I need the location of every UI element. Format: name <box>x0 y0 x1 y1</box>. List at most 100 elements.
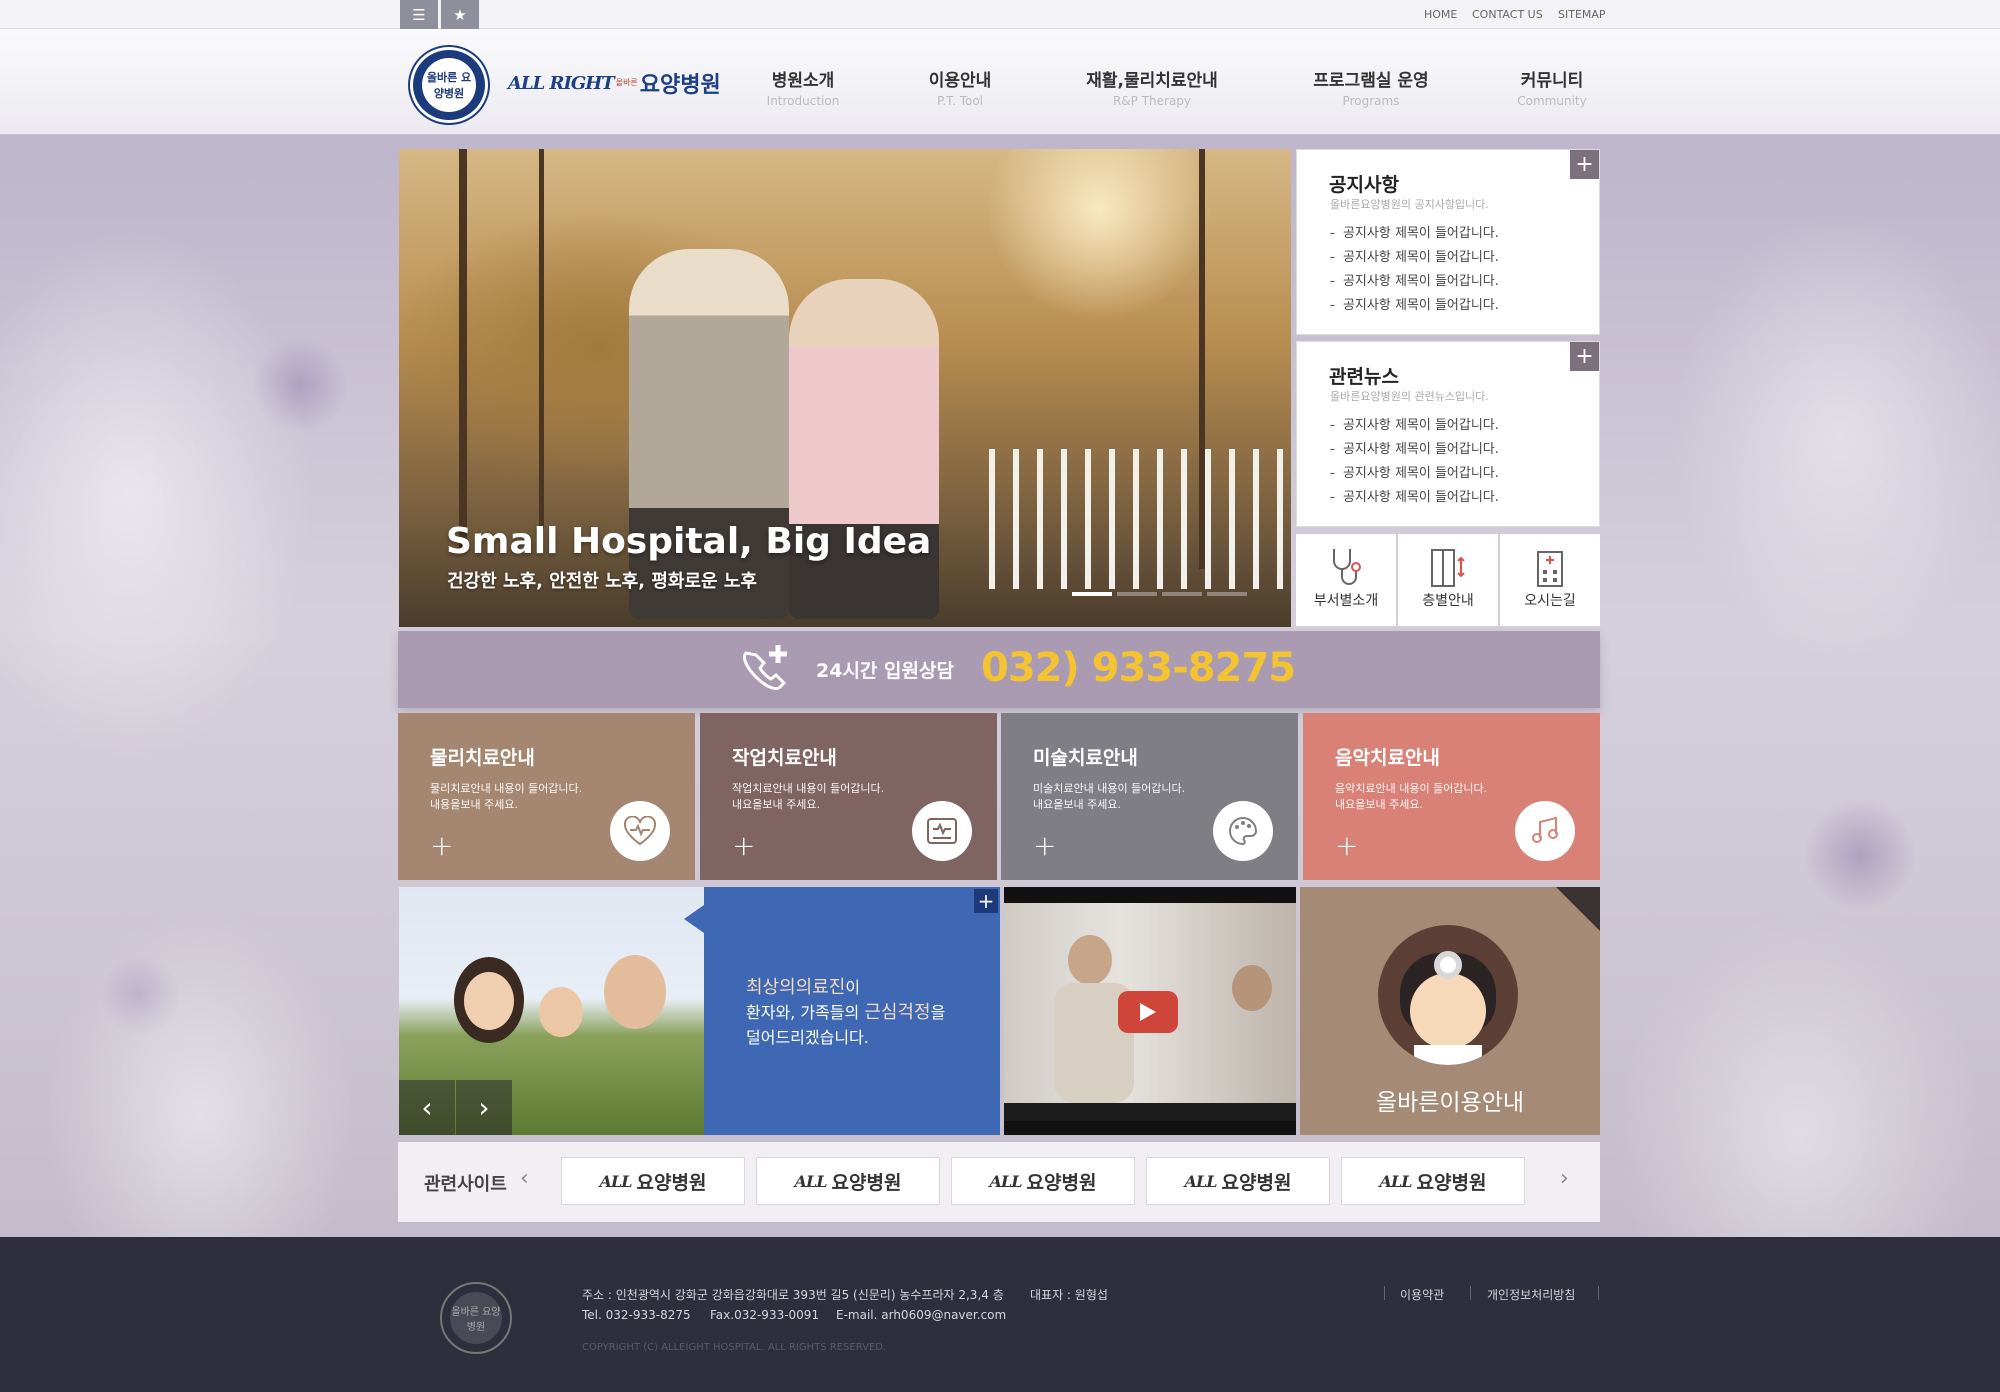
phone-label: 24시간 입원상담 <box>816 660 954 682</box>
related-logo-5[interactable]: ALL 요양병원 <box>1341 1157 1525 1205</box>
nav-item-therapy[interactable]: 재활,물리치료안내 R&P Therapy <box>1082 66 1222 108</box>
star-icon[interactable]: ★ <box>441 0 479 29</box>
therapy-title: 물리치료안내 <box>430 747 535 769</box>
slider-dot-3[interactable] <box>1162 592 1202 596</box>
list-item[interactable]: - 공지사항 제목이 들어갑니다. <box>1330 222 1499 246</box>
elderly-woman-photo <box>789 279 939 619</box>
nav-item-introduction[interactable]: 병원소개 Introduction <box>753 66 853 108</box>
contact-us-link[interactable]: CONTACT US <box>1472 8 1543 21</box>
phone-consult-bar[interactable]: 24시간 입원상담 032) 933-8275 <box>398 631 1600 708</box>
plus-icon[interactable]: + <box>1335 829 1358 862</box>
sitemap-link[interactable]: SITEMAP <box>1558 8 1606 21</box>
footer-seal-text: 올바른 요양병원 <box>450 1292 502 1344</box>
therapy-art[interactable]: 미술치료안내 미술치료안내 내용이 들어갑니다. 내요을보내 주세요. + <box>1001 713 1298 880</box>
notice-desc: 올바른요양병원의 공지사항입니다. <box>1330 198 1489 211</box>
related-logo-4[interactable]: ALL 요양병원 <box>1146 1157 1330 1205</box>
nav-label: 재활,물리치료안내 <box>1086 71 1218 91</box>
footer-fax: Fax.032-933-0091 <box>710 1308 820 1322</box>
therapy-title: 작업치료안내 <box>732 747 837 769</box>
brand-logo[interactable]: ALL RIGHT 올바른 요양병원 <box>508 67 721 99</box>
therapy-desc: 음악치료안내 내용이 들어갑니다. 내요을보내 주세요. <box>1335 782 1488 811</box>
slider-dot-1[interactable] <box>1072 592 1112 596</box>
doctor-face <box>1410 973 1486 1049</box>
heart-icon <box>610 801 670 861</box>
news-board: 관련뉴스 올바른요양병원의 관련뉴스입니다. - 공지사항 제목이 들어갑니다.… <box>1296 341 1600 527</box>
logo-seal[interactable]: 올바른 요양병원 <box>410 47 488 123</box>
therapy-desc: 작업치료안내 내용이 들어갑니다. 내요을보내 주세요. <box>732 782 885 811</box>
related-logo-2[interactable]: ALL 요양병원 <box>756 1157 940 1205</box>
chevron-right-icon[interactable]: › <box>1560 1166 1569 1191</box>
footer-copyright: COPYRIGHT (C) ALLEIGHT HOSPITAL. ALL RIG… <box>582 1342 887 1353</box>
nav-sublabel: Introduction <box>766 94 840 108</box>
therapy-occupational[interactable]: 작업치료안내 작업치료안내 내용이 들어갑니다. 내요을보내 주세요. + <box>700 713 997 880</box>
footer-email: E-mail. arh0609@naver.com <box>836 1308 1007 1322</box>
list-item[interactable]: - 공지사항 제목이 들어갑니다. <box>1330 438 1499 462</box>
nav-sublabel: Programs <box>1342 94 1400 108</box>
related-logo-1[interactable]: ALL 요양병원 <box>561 1157 745 1205</box>
quick-departments-button[interactable]: 부서별소개 <box>1296 534 1396 626</box>
building-icon <box>1500 546 1600 590</box>
doctor-avatar <box>1378 925 1518 1065</box>
divider <box>1598 1286 1599 1300</box>
door-icon <box>1398 546 1498 590</box>
usage-guide-box[interactable]: 올바른이용안내 <box>1300 887 1600 1135</box>
corner-fold <box>1556 887 1600 931</box>
child-face <box>539 987 583 1037</box>
plus-icon[interactable]: + <box>732 829 755 862</box>
notice-more-button[interactable]: + <box>1570 150 1599 179</box>
top-bar: ☰ ★ HOME CONTACT US SITEMAP <box>0 0 2000 29</box>
next-arrow-icon[interactable]: › <box>456 1080 512 1135</box>
head-mirror-icon <box>1434 951 1462 979</box>
video-player[interactable] <box>1004 887 1296 1135</box>
nav-item-programs[interactable]: 프로그램실 운영 Programs <box>1300 66 1442 108</box>
related-logo-3[interactable]: ALL 요양병원 <box>951 1157 1135 1205</box>
brand-ko: 요양병원 <box>639 73 721 98</box>
privacy-link[interactable]: 개인정보처리방침 <box>1487 1286 1575 1303</box>
nav-sublabel: P.T. Tool <box>936 94 984 108</box>
patient-face <box>1068 935 1112 985</box>
home-link[interactable]: HOME <box>1424 8 1457 21</box>
grandfather-face <box>604 955 666 1029</box>
therapy-music[interactable]: 음악치료안내 음악치료안내 내용이 들어갑니다. 내요을보내 주세요. + <box>1303 713 1600 880</box>
footer: 올바른 요양병원 주소 : 인천광역시 강화군 강화읍강화대로 393번 길5 … <box>0 1237 2000 1392</box>
list-item[interactable]: - 공지사항 제목이 들어갑니다. <box>1330 246 1499 270</box>
promo-more-button[interactable]: + <box>974 889 998 913</box>
list-item[interactable]: - 공지사항 제목이 들어갑니다. <box>1330 414 1499 438</box>
plus-icon[interactable]: + <box>1033 829 1056 862</box>
notice-board: 공지사항 올바른요양병원의 공지사항입니다. - 공지사항 제목이 들어갑니다.… <box>1296 149 1600 335</box>
nav-item-community[interactable]: 커뮤니티 Community <box>1502 66 1602 108</box>
quick-directions-button[interactable]: 오시는길 <box>1500 534 1600 626</box>
video-controls[interactable] <box>1004 1103 1296 1121</box>
plus-icon[interactable]: + <box>430 829 453 862</box>
quick-floors-button[interactable]: 층별안내 <box>1398 534 1498 626</box>
terms-link[interactable]: 이용약관 <box>1400 1286 1444 1303</box>
related-sites: 관련사이트 ‹ ALL 요양병원 ALL 요양병원 ALL 요양병원 ALL 요… <box>398 1142 1600 1222</box>
news-more-button[interactable]: + <box>1570 342 1599 371</box>
list-item[interactable]: - 공지사항 제목이 들어갑니다. <box>1330 486 1499 510</box>
promo-box[interactable]: + 최상의의료진이 환자와, 가족들의 근심걱정을 덜어드리겠습니다. <box>704 887 1000 1135</box>
list-item[interactable]: - 공지사항 제목이 들어갑니다. <box>1330 462 1499 486</box>
guide-label: 올바른이용안내 <box>1375 1090 1525 1116</box>
quick-label: 오시는길 <box>1524 593 1576 609</box>
therapy-physical[interactable]: 물리치료안내 물리치료안내 내용이 들어갑니다. 내용을보내 주세요. + <box>398 713 695 880</box>
chevron-left-icon[interactable]: ‹ <box>520 1166 529 1191</box>
nav-sublabel: R&P Therapy <box>1112 94 1192 108</box>
news-desc: 올바른요양병원의 관련뉴스입니다. <box>1330 390 1489 403</box>
brand-small: 올바른 <box>615 78 638 87</box>
news-list: - 공지사항 제목이 들어갑니다. - 공지사항 제목이 들어갑니다. - 공지… <box>1330 414 1499 510</box>
slider-dot-2[interactable] <box>1117 592 1157 596</box>
related-title: 관련사이트 <box>424 1174 507 1195</box>
phone-number[interactable]: 032) 933-8275 <box>981 645 1296 691</box>
play-icon[interactable] <box>1118 991 1178 1033</box>
list-item[interactable]: - 공지사항 제목이 들어갑니다. <box>1330 270 1499 294</box>
menu-icon[interactable]: ☰ <box>400 0 438 29</box>
music-icon <box>1515 801 1575 861</box>
nav-item-guide[interactable]: 이용안내 P.T. Tool <box>910 66 1010 108</box>
slider-dot-4[interactable] <box>1207 592 1247 596</box>
prev-arrow-icon[interactable]: ‹ <box>399 1080 455 1135</box>
main-slider[interactable]: Small Hospital, Big Idea 건강한 노후, 안전한 노후,… <box>399 149 1291 627</box>
therapy-title: 음악치료안내 <box>1335 747 1440 769</box>
list-item[interactable]: - 공지사항 제목이 들어갑니다. <box>1330 294 1499 318</box>
quick-label: 층별안내 <box>1422 593 1474 609</box>
notice-title: 공지사항 <box>1329 174 1399 196</box>
